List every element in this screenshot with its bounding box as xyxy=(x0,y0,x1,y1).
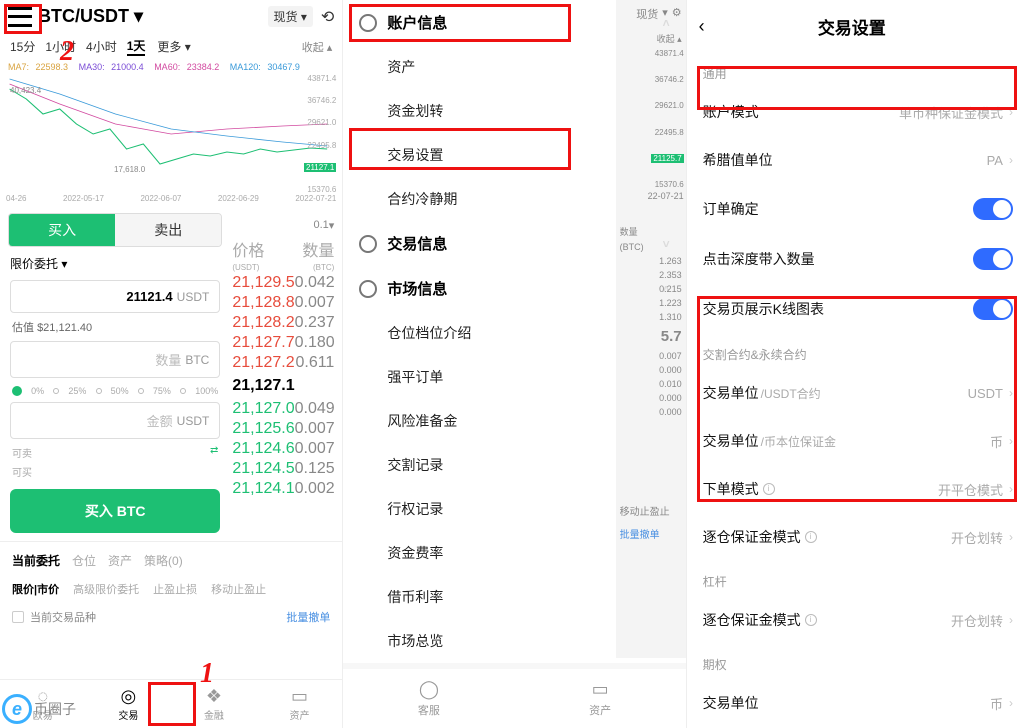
chevron-right-icon: › xyxy=(1009,530,1013,544)
current-symbol-label: 当前交易品种 xyxy=(30,609,96,625)
amount-input[interactable]: 金额 USDT xyxy=(10,402,220,439)
annotation-2: 2 xyxy=(60,36,74,68)
avail-buy: 可买 xyxy=(12,464,32,479)
orderbook-bids[interactable]: 21,127.00.049 21,125.60.007 21,124.60.00… xyxy=(230,399,336,499)
info-icon[interactable]: i xyxy=(763,483,775,495)
cancel-all-button[interactable]: 批量撤单 xyxy=(286,609,330,625)
screen-trade: BTC/USDT ▾ 现货 ▾ ⟲ 2 15分 1小时 4小时 1天 更多 ▾ … xyxy=(0,0,343,728)
section-lever: 杠杆 xyxy=(687,561,1029,596)
watermark-logo: e币圈子 xyxy=(2,694,76,724)
row-lever-isolated[interactable]: 逐仓保证金模式i 开仓划转 › xyxy=(687,596,1029,644)
row-order-confirm[interactable]: 订单确定 xyxy=(687,184,1029,234)
info-icon[interactable]: i xyxy=(805,614,817,626)
toggle-depth-qty[interactable] xyxy=(973,248,1013,270)
swap-icon[interactable]: ⇄ xyxy=(210,445,218,460)
screen-trade-settings: ‹ 交易设置 通用 账户模式 单币种保证金模式 › 希腊值单位 PA › 订单确… xyxy=(687,0,1029,728)
page-title: 交易设置 xyxy=(705,14,999,39)
order-tabs[interactable]: 当前委托 仓位 资产 策略(0) xyxy=(0,541,342,575)
toggle-order-confirm[interactable] xyxy=(973,198,1013,220)
price-input[interactable]: 21121.4 USDT xyxy=(10,280,220,313)
row-unit-coin[interactable]: 交易单位/币本位保证金 币 › xyxy=(687,417,1029,465)
section-option: 期权 xyxy=(687,644,1029,679)
chevron-right-icon: › xyxy=(1009,434,1013,448)
annotation-1: 1 xyxy=(200,658,214,690)
row-unit-usdt[interactable]: 交易单位/USDT合约 USDT › xyxy=(687,369,1029,417)
depth-selector[interactable]: 0.1 ▾ xyxy=(230,211,336,236)
row-depth-qty[interactable]: 点击深度带入数量 xyxy=(687,234,1029,284)
trade-type-selector[interactable]: 现货 ▾ xyxy=(268,6,313,27)
sell-tab[interactable]: 卖出 xyxy=(115,214,221,246)
trade-icon[interactable]: ◎ xyxy=(86,686,172,707)
collapse-chart[interactable]: 收起 ▴ xyxy=(302,39,333,55)
current-symbol-checkbox[interactable] xyxy=(12,611,24,623)
pair-selector[interactable]: BTC/USDT ▾ xyxy=(38,6,143,27)
orderbook-asks[interactable]: 21,129.50.042 21,128.80.007 21,128.20.23… xyxy=(230,273,336,373)
support-icon[interactable]: ◯ xyxy=(343,679,514,700)
background-blur: 现货▾ ⚙ 收起 ▴ 43871.4 36746.2 29621.0 22495… xyxy=(616,0,686,658)
price-chart[interactable]: 40,423.4 17,618.0 43871.4 36746.2 29621.… xyxy=(4,74,338,194)
section-general: 通用 xyxy=(687,53,1029,88)
chevron-right-icon: › xyxy=(1009,613,1013,627)
chevron-right-icon: › xyxy=(1009,105,1013,119)
market-icon xyxy=(359,280,377,298)
wallet-icon[interactable]: ▭ xyxy=(515,679,686,700)
row-order-mode[interactable]: 下单模式i 开平仓模式 › xyxy=(687,465,1029,513)
pct-slider[interactable]: 0% 25% 50% 75% 100% xyxy=(0,382,230,398)
avail-sell: 可卖 xyxy=(12,445,32,460)
chevron-right-icon: › xyxy=(1009,153,1013,167)
timeframe-tabs[interactable]: 15分 1小时 4小时 1天 更多 ▾ 收起 ▴ xyxy=(0,33,342,60)
order-type-selector[interactable]: 限价委托 ▾ xyxy=(10,255,67,272)
qty-input[interactable]: 数量 BTC xyxy=(10,341,220,378)
ma-indicators: MA7: 22598.3 MA30: 21000.4 MA60: 23384.2… xyxy=(0,60,342,74)
screen-account-menu: 账户信息 ˄ 资产 资金划转 交易设置 合约冷静期 交易信息 ˅ 市场信息 ˄ … xyxy=(343,0,686,728)
row-account-mode[interactable]: 账户模式 单币种保证金模式 › xyxy=(687,88,1029,136)
buy-sell-tabs[interactable]: 买入 卖出 xyxy=(8,213,222,247)
settings-icon[interactable]: ⟲ xyxy=(321,7,334,27)
section-contract: 交割合约&永续合约 xyxy=(687,334,1029,369)
mid-price: 21,127.1 xyxy=(230,373,336,399)
row-option-unit[interactable]: 交易单位 币 › xyxy=(687,679,1029,727)
chevron-right-icon: › xyxy=(1009,482,1013,496)
menu-icon[interactable] xyxy=(8,7,32,27)
row-show-kline[interactable]: 交易页展示K线图表 xyxy=(687,284,1029,334)
wallet-icon[interactable]: ▭ xyxy=(257,686,343,707)
est-value: 估值 $21,121.40 xyxy=(0,317,230,337)
chevron-right-icon: › xyxy=(1009,696,1013,710)
order-subtabs[interactable]: 限价|市价 高级限价委托 止盈止损 移动止盈止 xyxy=(0,575,342,603)
buy-button[interactable]: 买入 BTC xyxy=(10,489,220,533)
buy-tab[interactable]: 买入 xyxy=(9,214,115,246)
toggle-show-kline[interactable] xyxy=(973,298,1013,320)
info-icon[interactable]: i xyxy=(805,531,817,543)
bottom-nav-2[interactable]: ◯客服 ▭资产 xyxy=(343,669,685,728)
clock-icon xyxy=(359,14,377,32)
row-isolated-margin[interactable]: 逐仓保证金模式i 开仓划转 › xyxy=(687,513,1029,561)
trade-info-icon xyxy=(359,235,377,253)
chart-x-axis: 04-26 2022-05-17 2022-06-07 2022-06-29 2… xyxy=(0,194,342,207)
row-greek-unit[interactable]: 希腊值单位 PA › xyxy=(687,136,1029,184)
chevron-right-icon: › xyxy=(1009,386,1013,400)
